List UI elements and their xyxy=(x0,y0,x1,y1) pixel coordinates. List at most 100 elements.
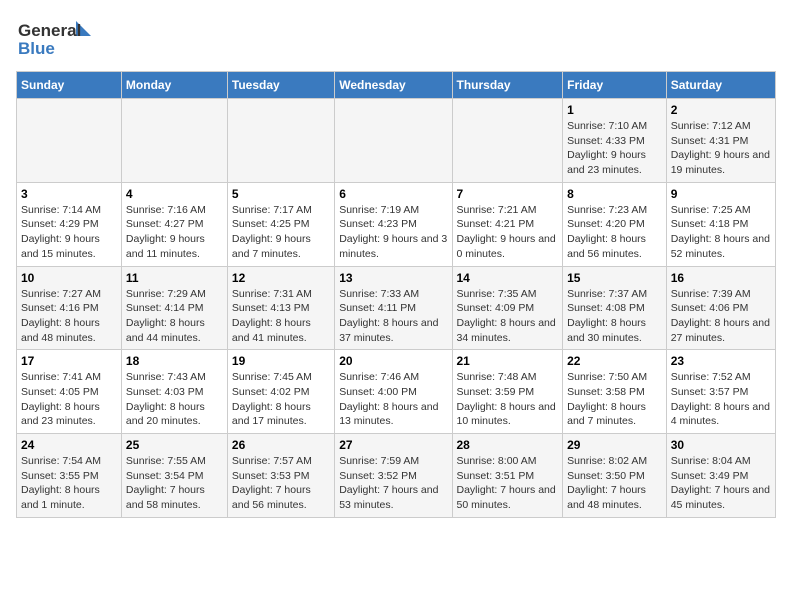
calendar-cell: 3 Sunrise: 7:14 AMSunset: 4:29 PMDaylight… xyxy=(17,182,122,266)
day-number: 28 xyxy=(457,438,559,452)
day-number: 7 xyxy=(457,187,559,201)
day-info: Sunrise: 7:33 AMSunset: 4:11 PMDaylight:… xyxy=(339,287,447,346)
day-number: 9 xyxy=(671,187,771,201)
logo-svg: GeneralBlue xyxy=(16,16,96,61)
day-number: 5 xyxy=(232,187,330,201)
week-row-5: 24 Sunrise: 7:54 AMSunset: 3:55 PMDayligh… xyxy=(17,434,776,518)
calendar-cell: 9 Sunrise: 7:25 AMSunset: 4:18 PMDaylight… xyxy=(666,182,775,266)
day-number: 22 xyxy=(567,354,662,368)
calendar-cell: 7 Sunrise: 7:21 AMSunset: 4:21 PMDaylight… xyxy=(452,182,563,266)
calendar-cell: 11 Sunrise: 7:29 AMSunset: 4:14 PMDayligh… xyxy=(121,266,227,350)
weekday-header-tuesday: Tuesday xyxy=(227,72,334,99)
day-info: Sunrise: 7:17 AMSunset: 4:25 PMDaylight:… xyxy=(232,203,330,262)
calendar-cell: 15Sunrise: 7:37 AMSunset: 4:08 PMDayligh… xyxy=(563,266,667,350)
day-number: 11 xyxy=(126,271,223,285)
day-info: Sunrise: 7:21 AMSunset: 4:21 PMDaylight:… xyxy=(457,203,559,262)
day-info: Sunrise: 7:25 AMSunset: 4:18 PMDaylight:… xyxy=(671,203,771,262)
calendar-cell: 5 Sunrise: 7:17 AMSunset: 4:25 PMDaylight… xyxy=(227,182,334,266)
calendar-table: SundayMondayTuesdayWednesdayThursdayFrid… xyxy=(16,71,776,518)
day-number: 13 xyxy=(339,271,447,285)
day-info: Sunrise: 7:59 AMSunset: 3:52 PMDaylight:… xyxy=(339,454,447,513)
day-number: 24 xyxy=(21,438,117,452)
day-number: 4 xyxy=(126,187,223,201)
day-number: 12 xyxy=(232,271,330,285)
calendar-cell: 18 Sunrise: 7:43 AMSunset: 4:03 PMDayligh… xyxy=(121,350,227,434)
day-number: 30 xyxy=(671,438,771,452)
calendar-cell: 6 Sunrise: 7:19 AMSunset: 4:23 PMDaylight… xyxy=(335,182,452,266)
weekday-header-wednesday: Wednesday xyxy=(335,72,452,99)
weekday-header-friday: Friday xyxy=(563,72,667,99)
weekday-header-row: SundayMondayTuesdayWednesdayThursdayFrid… xyxy=(17,72,776,99)
week-row-4: 17Sunrise: 7:41 AMSunset: 4:05 PMDayligh… xyxy=(17,350,776,434)
calendar-cell xyxy=(452,99,563,183)
day-info: Sunrise: 7:10 AMSunset: 4:33 PMDaylight:… xyxy=(567,119,662,178)
calendar-cell: 10 Sunrise: 7:27 AMSunset: 4:16 PMDayligh… xyxy=(17,266,122,350)
day-info: Sunrise: 7:27 AMSunset: 4:16 PMDaylight:… xyxy=(21,287,117,346)
svg-text:General: General xyxy=(18,21,81,40)
day-number: 15 xyxy=(567,271,662,285)
day-number: 21 xyxy=(457,354,559,368)
day-number: 25 xyxy=(126,438,223,452)
weekday-header-thursday: Thursday xyxy=(452,72,563,99)
day-number: 29 xyxy=(567,438,662,452)
day-info: Sunrise: 7:31 AMSunset: 4:13 PMDaylight:… xyxy=(232,287,330,346)
day-info: Sunrise: 7:35 AMSunset: 4:09 PMDaylight:… xyxy=(457,287,559,346)
day-info: Sunrise: 7:54 AMSunset: 3:55 PMDaylight:… xyxy=(21,454,117,513)
calendar-cell: 22 Sunrise: 7:50 AMSunset: 3:58 PMDayligh… xyxy=(563,350,667,434)
day-info: Sunrise: 7:50 AMSunset: 3:58 PMDaylight:… xyxy=(567,370,662,429)
day-info: Sunrise: 7:41 AMSunset: 4:05 PMDaylight:… xyxy=(21,370,117,429)
day-info: Sunrise: 7:46 AMSunset: 4:00 PMDaylight:… xyxy=(339,370,447,429)
day-number: 18 xyxy=(126,354,223,368)
header: GeneralBlue xyxy=(16,16,776,61)
calendar-cell: 17Sunrise: 7:41 AMSunset: 4:05 PMDayligh… xyxy=(17,350,122,434)
day-info: Sunrise: 7:57 AMSunset: 3:53 PMDaylight:… xyxy=(232,454,330,513)
calendar-cell: 2 Sunrise: 7:12 AMSunset: 4:31 PMDaylight… xyxy=(666,99,775,183)
day-number: 16 xyxy=(671,271,771,285)
calendar-cell: 21 Sunrise: 7:48 AMSunset: 3:59 PMDayligh… xyxy=(452,350,563,434)
calendar-cell xyxy=(121,99,227,183)
day-info: Sunrise: 7:19 AMSunset: 4:23 PMDaylight:… xyxy=(339,203,447,262)
weekday-header-saturday: Saturday xyxy=(666,72,775,99)
calendar-cell: 23 Sunrise: 7:52 AMSunset: 3:57 PMDayligh… xyxy=(666,350,775,434)
day-info: Sunrise: 7:12 AMSunset: 4:31 PMDaylight:… xyxy=(671,119,771,178)
calendar-cell: 24 Sunrise: 7:54 AMSunset: 3:55 PMDayligh… xyxy=(17,434,122,518)
calendar-cell xyxy=(227,99,334,183)
day-info: Sunrise: 7:29 AMSunset: 4:14 PMDaylight:… xyxy=(126,287,223,346)
calendar-cell: 30 Sunrise: 8:04 AMSunset: 3:49 PMDayligh… xyxy=(666,434,775,518)
svg-text:Blue: Blue xyxy=(18,39,55,58)
calendar-cell: 20 Sunrise: 7:46 AMSunset: 4:00 PMDayligh… xyxy=(335,350,452,434)
calendar-cell: 4Sunrise: 7:16 AMSunset: 4:27 PMDaylight… xyxy=(121,182,227,266)
day-info: Sunrise: 7:23 AMSunset: 4:20 PMDaylight:… xyxy=(567,203,662,262)
calendar-cell: 19Sunrise: 7:45 AMSunset: 4:02 PMDayligh… xyxy=(227,350,334,434)
day-number: 1 xyxy=(567,103,662,117)
day-info: Sunrise: 7:39 AMSunset: 4:06 PMDaylight:… xyxy=(671,287,771,346)
calendar-cell: 8 Sunrise: 7:23 AMSunset: 4:20 PMDaylight… xyxy=(563,182,667,266)
calendar-cell: 12 Sunrise: 7:31 AMSunset: 4:13 PMDayligh… xyxy=(227,266,334,350)
day-info: Sunrise: 7:45 AMSunset: 4:02 PMDaylight:… xyxy=(232,370,330,429)
calendar-cell: 25Sunrise: 7:55 AMSunset: 3:54 PMDayligh… xyxy=(121,434,227,518)
day-number: 3 xyxy=(21,187,117,201)
day-info: Sunrise: 8:02 AMSunset: 3:50 PMDaylight:… xyxy=(567,454,662,513)
calendar-cell: 13 Sunrise: 7:33 AMSunset: 4:11 PMDayligh… xyxy=(335,266,452,350)
logo: GeneralBlue xyxy=(16,16,96,61)
day-info: Sunrise: 7:43 AMSunset: 4:03 PMDaylight:… xyxy=(126,370,223,429)
day-info: Sunrise: 8:04 AMSunset: 3:49 PMDaylight:… xyxy=(671,454,771,513)
day-number: 26 xyxy=(232,438,330,452)
day-info: Sunrise: 7:52 AMSunset: 3:57 PMDaylight:… xyxy=(671,370,771,429)
calendar-cell: 28 Sunrise: 8:00 AMSunset: 3:51 PMDayligh… xyxy=(452,434,563,518)
weekday-header-monday: Monday xyxy=(121,72,227,99)
day-info: Sunrise: 7:14 AMSunset: 4:29 PMDaylight:… xyxy=(21,203,117,262)
day-number: 6 xyxy=(339,187,447,201)
day-number: 20 xyxy=(339,354,447,368)
day-number: 10 xyxy=(21,271,117,285)
day-info: Sunrise: 7:48 AMSunset: 3:59 PMDaylight:… xyxy=(457,370,559,429)
calendar-cell: 27 Sunrise: 7:59 AMSunset: 3:52 PMDayligh… xyxy=(335,434,452,518)
day-number: 27 xyxy=(339,438,447,452)
day-number: 2 xyxy=(671,103,771,117)
week-row-1: 1 Sunrise: 7:10 AMSunset: 4:33 PMDaylight… xyxy=(17,99,776,183)
day-number: 23 xyxy=(671,354,771,368)
day-number: 8 xyxy=(567,187,662,201)
calendar-cell xyxy=(335,99,452,183)
calendar-cell: 1 Sunrise: 7:10 AMSunset: 4:33 PMDaylight… xyxy=(563,99,667,183)
day-info: Sunrise: 8:00 AMSunset: 3:51 PMDaylight:… xyxy=(457,454,559,513)
